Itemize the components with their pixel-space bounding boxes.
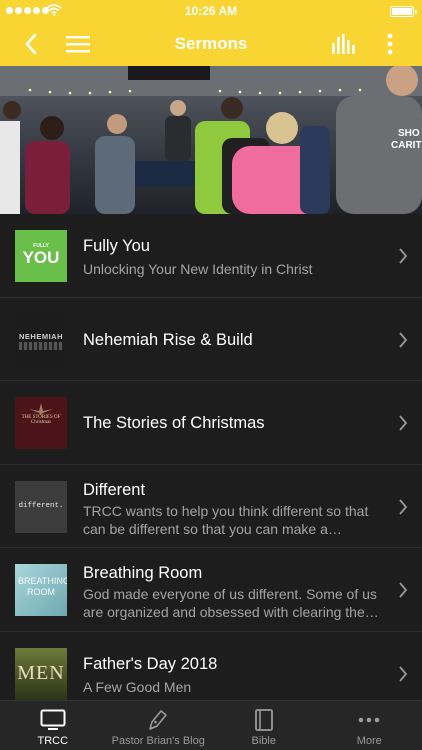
chevron-right-icon [399, 415, 408, 431]
battery-icon [390, 6, 417, 17]
sermon-title: Breathing Room [83, 564, 203, 582]
tab-bible[interactable]: Bible [211, 701, 317, 750]
list-item[interactable]: FULLY YOU Fully You Unlocking Your New I… [0, 214, 422, 298]
chevron-right-icon [399, 248, 408, 264]
series-thumbnail: FULLY YOU [15, 230, 67, 282]
tab-bar: TRCC Pastor Brian's Blog Bible More [0, 700, 422, 750]
book-icon [254, 709, 273, 731]
hero-image: SHO CARIT [0, 66, 422, 214]
worship-photo: SHO CARIT [0, 66, 422, 214]
chevron-right-icon [399, 582, 408, 598]
series-thumbnail: THE STORIES OF Christmas [15, 397, 67, 449]
sermon-title: Nehemiah Rise & Build [83, 330, 253, 349]
tv-icon [40, 709, 66, 730]
series-thumbnail: different. [15, 480, 67, 533]
series-thumbnail: MEN [15, 647, 67, 700]
sermon-subtitle: A Few Good Men [83, 678, 192, 695]
sermon-title: The Stories of Christmas [83, 414, 265, 432]
vertical-dots-icon [387, 33, 393, 55]
svg-text:CARIT: CARIT [391, 140, 422, 151]
tab-label: Pastor Brian's Blog [111, 735, 205, 747]
series-thumbnail: NEHEMIAH [15, 313, 67, 366]
tab-label: Bible [251, 735, 276, 747]
list-item[interactable]: BREATHING ROOM Breathing Room God made e… [0, 548, 422, 632]
tab-pastor-blog[interactable]: Pastor Brian's Blog [106, 701, 212, 750]
tab-trcc[interactable]: TRCC [0, 701, 106, 750]
more-options-button[interactable] [375, 29, 405, 59]
sermon-subtitle: God made everyone of us different. Some … [83, 586, 377, 620]
star-icon [29, 403, 53, 415]
equalizer-icon [332, 34, 355, 54]
sermon-title: Father's Day 2018 [83, 654, 218, 673]
sermon-subtitle: Unlocking Your New Identity in Christ [83, 261, 313, 277]
sermon-title: Different [83, 480, 146, 499]
list-item[interactable]: NEHEMIAH Nehemiah Rise & Build [0, 298, 422, 381]
series-thumbnail: BREATHING ROOM [15, 564, 67, 616]
chevron-right-icon [399, 331, 408, 348]
svg-text:SHO: SHO [398, 128, 420, 139]
tab-label: TRCC [37, 735, 69, 747]
sermon-subtitle: TRCC wants to help you think different s… [83, 502, 369, 537]
list-item[interactable]: different. Different TRCC wants to help … [0, 465, 422, 548]
status-time: 10:26 AM [184, 4, 238, 18]
tab-label: More [356, 735, 382, 747]
chevron-right-icon [399, 665, 408, 682]
list-item[interactable]: THE STORIES OF Christmas The Stories of … [0, 381, 422, 465]
pen-icon [149, 710, 168, 730]
audio-button[interactable] [329, 29, 359, 59]
chevron-right-icon [399, 498, 408, 515]
status-bar: 10:26 AM [0, 0, 422, 22]
more-icon [358, 717, 380, 723]
sermon-list: FULLY YOU Fully You Unlocking Your New I… [0, 214, 422, 700]
nav-bar: Sermons [0, 22, 422, 66]
tab-more[interactable]: More [317, 701, 422, 750]
sermon-title: Fully You [83, 237, 150, 255]
list-item[interactable]: MEN Father's Day 2018 A Few Good Men [0, 632, 422, 701]
